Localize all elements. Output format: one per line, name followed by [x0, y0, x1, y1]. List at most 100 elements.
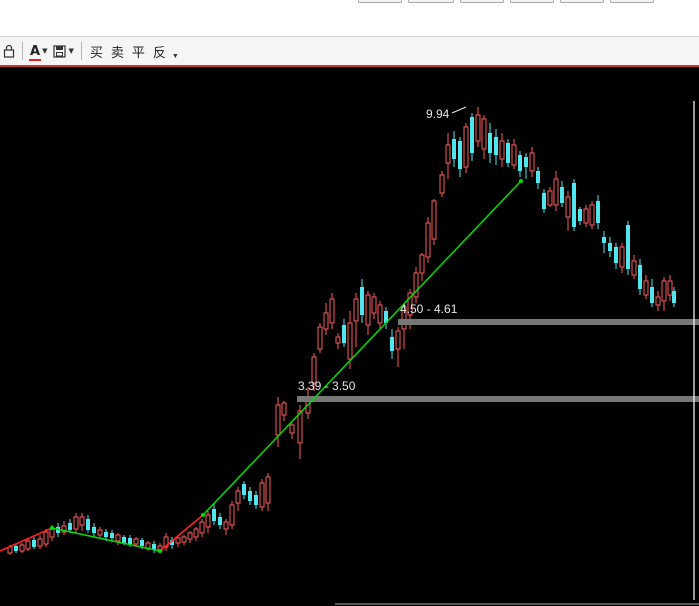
- candle-body: [560, 187, 564, 203]
- candle-body: [553, 178, 559, 206]
- candle-body: [619, 246, 625, 268]
- candle-body: [463, 126, 469, 168]
- candle-body: [661, 280, 667, 302]
- candle-body: [92, 527, 96, 533]
- candle-body: [229, 504, 235, 526]
- candle-body: [205, 514, 211, 528]
- candle-body: [524, 157, 528, 167]
- candle-body: [626, 225, 630, 269]
- buy-button[interactable]: 买: [86, 40, 107, 62]
- drawing-toolbar: A ▼ ▼ 买 卖 平 反 ▼: [0, 37, 699, 67]
- candle-body: [596, 201, 600, 223]
- candle-body: [614, 247, 618, 263]
- font-color-letter: A: [30, 43, 41, 59]
- candle-body: [115, 534, 121, 542]
- candle-body: [128, 538, 132, 544]
- candle-body: [395, 330, 401, 350]
- candle-body: [565, 196, 571, 218]
- font-color-button[interactable]: A ▼: [27, 40, 50, 62]
- zone-upper-label: 4.50 - 4.61: [400, 302, 458, 316]
- sell-button[interactable]: 卖: [107, 40, 128, 62]
- candle-body: [218, 517, 222, 525]
- candle-body: [390, 337, 394, 351]
- candle-body: [235, 490, 241, 504]
- candle-body: [347, 322, 353, 360]
- candle-body: [371, 296, 377, 314]
- candle-body: [439, 174, 445, 194]
- candle-body: [37, 538, 43, 547]
- candle-body: [608, 243, 612, 251]
- candle-body: [193, 528, 199, 538]
- top-button-4[interactable]: [510, 0, 554, 3]
- candle-body: [212, 509, 216, 521]
- candle-body: [365, 294, 371, 326]
- candle-body: [511, 144, 517, 166]
- candle-body: [297, 410, 303, 444]
- candle-body: [529, 152, 535, 172]
- top-button-5[interactable]: [560, 0, 604, 3]
- candle-body: [335, 336, 341, 344]
- chevron-down-icon[interactable]: ▼: [172, 53, 179, 60]
- candle-body: [518, 155, 522, 171]
- chevron-down-icon: ▼: [68, 47, 74, 55]
- candle-body: [187, 532, 193, 540]
- candle-body: [425, 222, 431, 258]
- candle-body: [175, 537, 181, 544]
- candle-body: [323, 312, 329, 330]
- flat-button[interactable]: 平: [128, 40, 149, 62]
- top-panel: [0, 0, 699, 37]
- candle-body: [133, 538, 139, 545]
- candle-body: [281, 402, 287, 416]
- candle-body: [43, 531, 49, 545]
- candle-body: [342, 325, 346, 343]
- candle-body: [445, 144, 451, 164]
- candle-body: [97, 529, 103, 536]
- candle-body: [431, 200, 437, 240]
- candle-body: [506, 143, 510, 163]
- candle-body: [32, 540, 36, 547]
- top-button-1[interactable]: [358, 0, 402, 3]
- candle-body: [419, 254, 425, 274]
- price-chart[interactable]: 9.94 4.50 - 4.61 3.39 - 3.50: [0, 67, 699, 606]
- font-color-swatch: [29, 58, 42, 61]
- candle-body: [583, 208, 589, 224]
- candle-body: [248, 491, 252, 501]
- candle-body: [672, 291, 676, 303]
- candle-body: [181, 536, 187, 543]
- top-button-3[interactable]: [460, 0, 504, 3]
- candle-body: [499, 140, 505, 160]
- candle-body: [110, 533, 114, 538]
- candle-body: [19, 544, 25, 552]
- candle-body: [650, 287, 654, 303]
- candle-body: [317, 326, 323, 350]
- lock-icon[interactable]: [0, 40, 18, 62]
- candle-body: [655, 296, 661, 306]
- candle-body: [536, 171, 540, 183]
- trend-point: [519, 179, 523, 183]
- candle-body: [122, 537, 126, 543]
- candle-body: [73, 516, 79, 530]
- support-zone-upper: [398, 319, 699, 325]
- trend-line-up-main: [202, 180, 522, 516]
- candle-body: [25, 540, 31, 550]
- zone-lower-label: 3.39 - 3.50: [298, 379, 356, 393]
- candle-body: [458, 141, 462, 169]
- candles-group: [7, 107, 676, 555]
- candle-body: [14, 546, 18, 551]
- trend-point: [158, 549, 162, 553]
- candle-body: [360, 287, 364, 315]
- candle-body: [481, 118, 487, 150]
- candle-body: [265, 476, 271, 504]
- candle-body: [602, 237, 606, 243]
- candle-body: [377, 304, 383, 324]
- candle-body: [86, 519, 90, 530]
- candle-body: [259, 482, 265, 508]
- candle-body: [79, 516, 85, 526]
- top-button-2[interactable]: [408, 0, 454, 3]
- save-button[interactable]: ▼: [50, 40, 76, 62]
- candle-body: [452, 139, 456, 159]
- candle-body: [289, 424, 295, 434]
- top-button-6[interactable]: [610, 0, 654, 3]
- candle-body: [488, 133, 492, 153]
- reverse-button[interactable]: 反: [149, 40, 170, 62]
